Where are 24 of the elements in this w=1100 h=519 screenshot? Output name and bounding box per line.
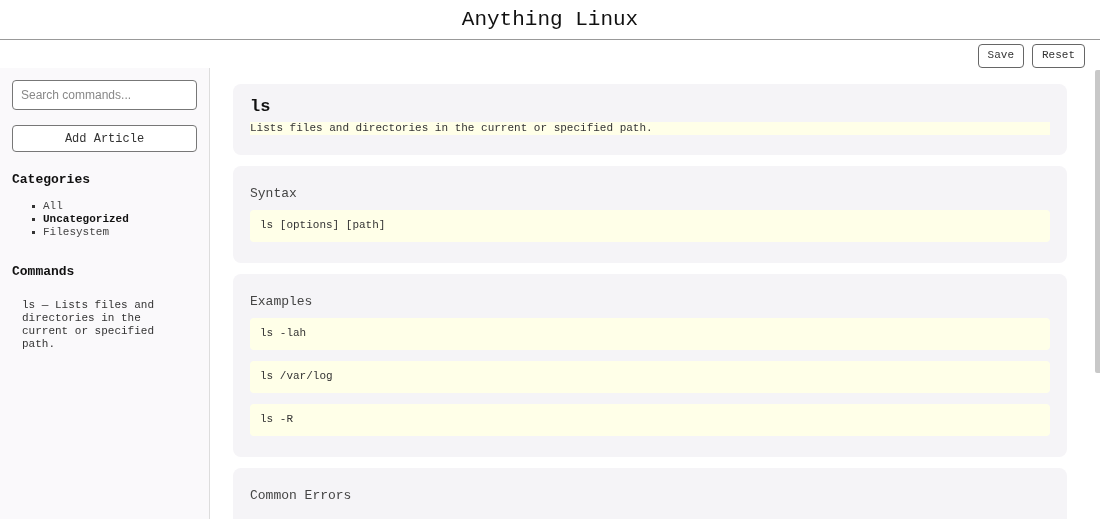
reset-button[interactable]: Reset <box>1032 43 1085 68</box>
scrollbar-thumb[interactable] <box>1095 70 1100 373</box>
categories-heading: Categories <box>12 171 91 189</box>
bullet-icon <box>32 217 35 221</box>
article-description: Lists files and directories in the current or specified path. <box>250 121 1050 135</box>
category-item[interactable]: All <box>43 199 63 213</box>
code-block: ls [options] [path] <box>250 209 1050 242</box>
commands-heading: Commands <box>12 262 76 281</box>
bullet-icon <box>32 204 35 208</box>
search-field[interactable]: Search commands... <box>12 80 197 110</box>
code-block: ls -lah <box>250 317 1050 350</box>
bullet-icon <box>32 230 35 234</box>
article-title: ls <box>250 96 272 118</box>
app-title: Anything Linux <box>461 6 639 33</box>
code-block: ls /var/log <box>250 360 1050 393</box>
add-article-button[interactable]: Add Article <box>12 125 197 152</box>
section-heading: Common Errors <box>250 487 353 503</box>
save-button[interactable]: Save <box>977 43 1024 68</box>
section-heading: Syntax <box>250 185 298 201</box>
code-block: ls -R <box>250 403 1050 436</box>
command-item[interactable]: ls — Lists files and directories in the current or specified path. <box>12 299 197 351</box>
category-item[interactable]: Filesystem <box>43 225 109 239</box>
category-item[interactable]: Uncategorized <box>43 212 129 226</box>
section-heading: Examples <box>250 293 314 309</box>
